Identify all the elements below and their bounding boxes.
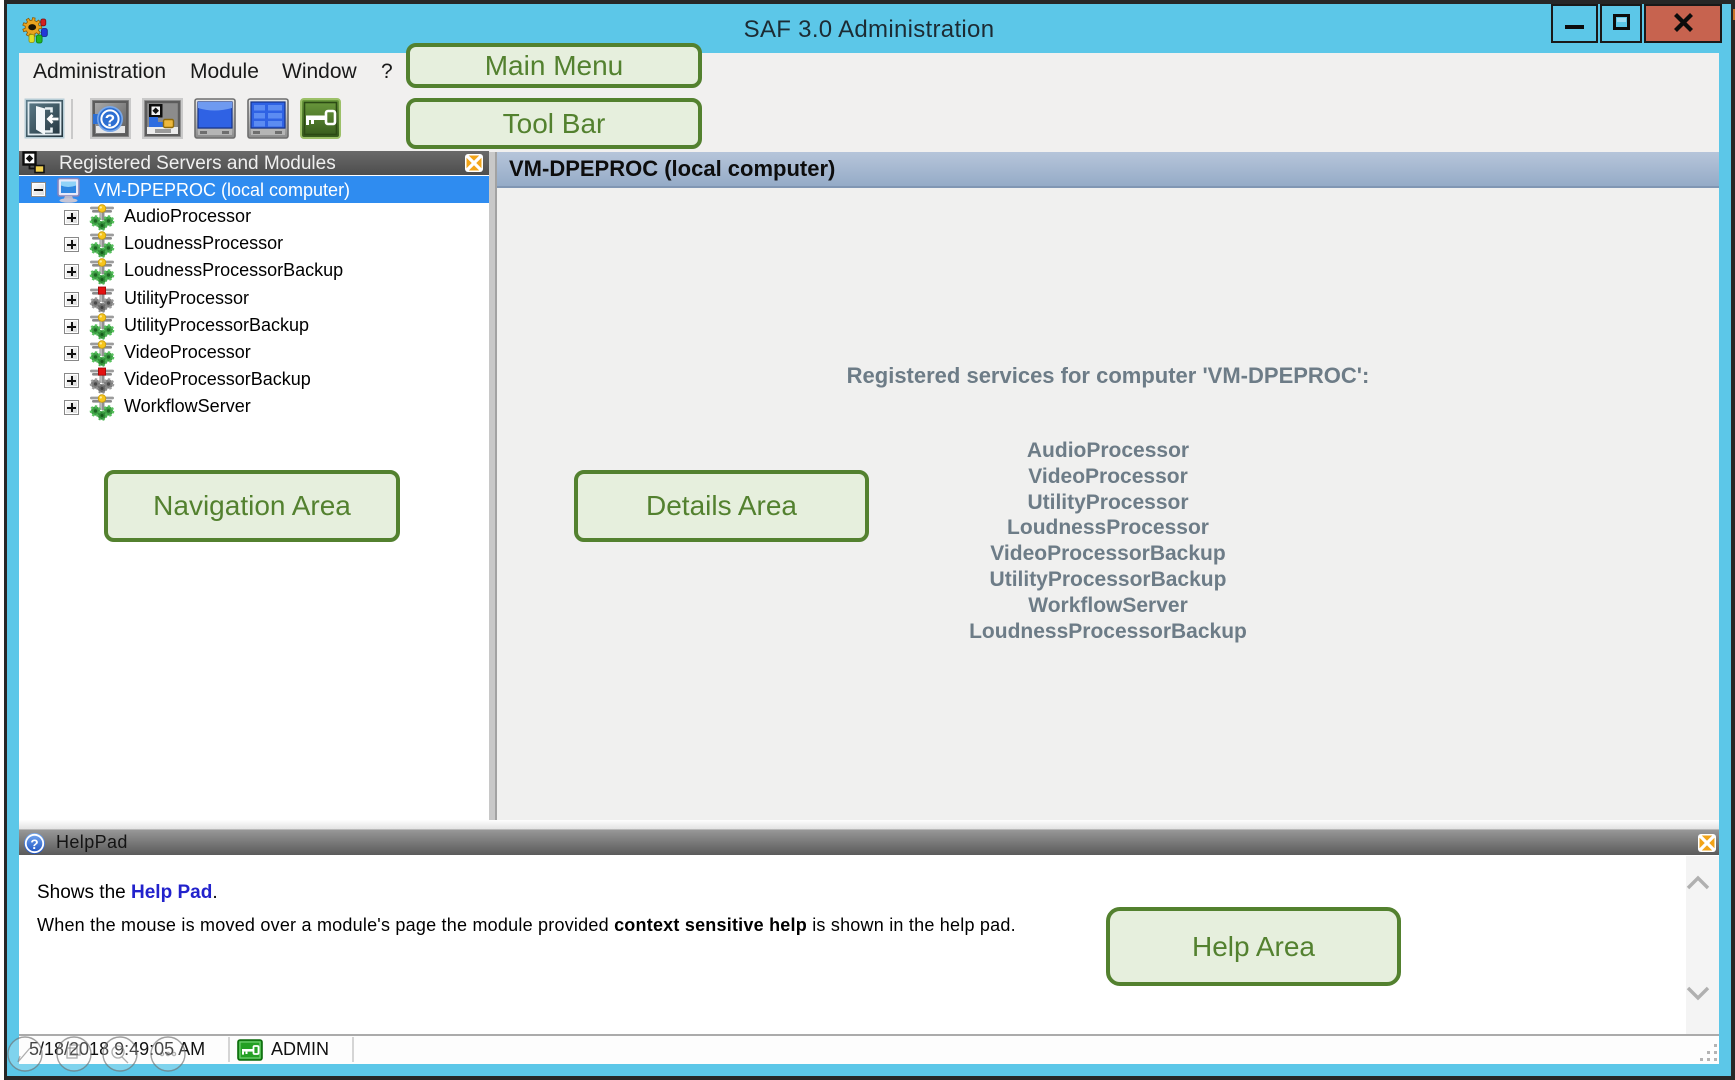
svg-text:?: ? (30, 837, 38, 852)
svg-text:?: ? (105, 111, 115, 130)
